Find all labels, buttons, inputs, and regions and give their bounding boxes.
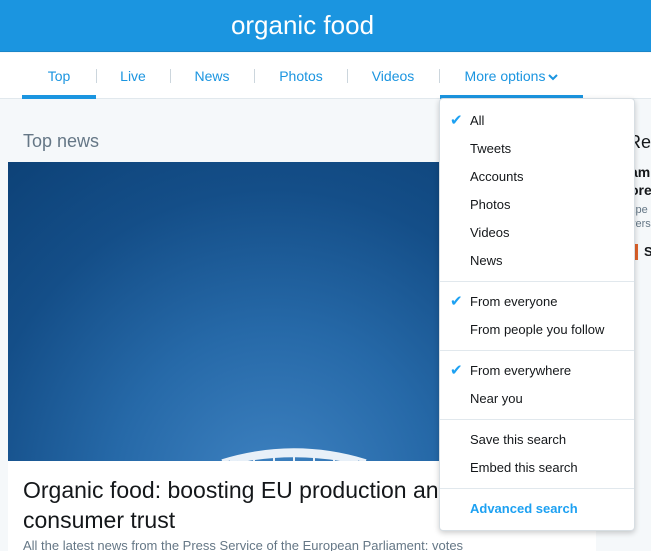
top-news-heading: Top news [23,131,100,151]
menu-item-embed-search[interactable]: Embed this search [440,454,634,482]
menu-divider [440,488,634,489]
menu-item-label: From everywhere [470,363,572,378]
checkmark-icon: ✔ [450,362,463,379]
search-query-title: organic food [230,10,375,40]
tab-top[interactable]: Top [22,53,96,99]
menu-item-label: From everyone [470,294,558,309]
menu-item-accounts[interactable]: Accounts [440,163,634,191]
advanced-search-link[interactable]: Advanced search [440,495,634,523]
tab-live[interactable]: Live [105,53,161,99]
tab-divider [254,69,255,83]
menu-item-tweets[interactable]: Tweets [440,135,634,163]
tab-divider [96,69,97,83]
menu-item-label: Tweets [470,141,512,156]
tab-divider [347,69,348,83]
checkmark-icon: ✔ [450,112,463,129]
menu-item-label: Photos [470,197,511,212]
menu-item-label: Embed this search [470,460,578,475]
menu-item-from-everywhere[interactable]: ✔ From everywhere [440,357,634,385]
menu-item-label: Videos [470,225,510,240]
menu-item-label: Advanced search [470,501,578,516]
menu-item-label: From people you follow [470,322,605,337]
menu-item-label: All [470,113,485,128]
menu-item-label: Near you [470,391,523,406]
menu-divider [440,350,634,351]
tab-news[interactable]: News [180,53,244,99]
menu-item-label: Accounts [470,169,524,184]
menu-item-from-people-you-follow[interactable]: From people you follow [440,316,634,344]
menu-item-near-you[interactable]: Near you [440,385,634,413]
more-options-label: More options [464,68,546,84]
menu-item-all[interactable]: ✔ All [440,107,634,135]
search-nav: Top Live News Photos Videos More options [0,53,651,99]
tab-videos[interactable]: Videos [357,53,429,99]
source-name: S [644,244,651,259]
checkmark-icon: ✔ [450,293,463,310]
menu-item-videos[interactable]: Videos [440,219,634,247]
news-card-summary: All the latest news from the Press Servi… [23,538,464,551]
more-options-button[interactable]: More options [440,53,583,99]
chevron-down-icon [548,74,559,81]
menu-item-news[interactable]: News [440,247,634,275]
menu-item-save-search[interactable]: Save this search [440,426,634,454]
menu-item-label: News [470,253,503,268]
search-header: organic food [0,0,651,52]
tab-divider [170,69,171,83]
menu-divider [440,419,634,420]
menu-divider [440,281,634,282]
menu-item-label: Save this search [470,432,567,447]
menu-item-from-everyone[interactable]: ✔ From everyone [440,288,634,316]
tab-photos[interactable]: Photos [264,53,338,99]
menu-item-photos[interactable]: Photos [440,191,634,219]
more-options-menu: ✔ All Tweets Accounts Photos Videos News … [439,98,635,531]
